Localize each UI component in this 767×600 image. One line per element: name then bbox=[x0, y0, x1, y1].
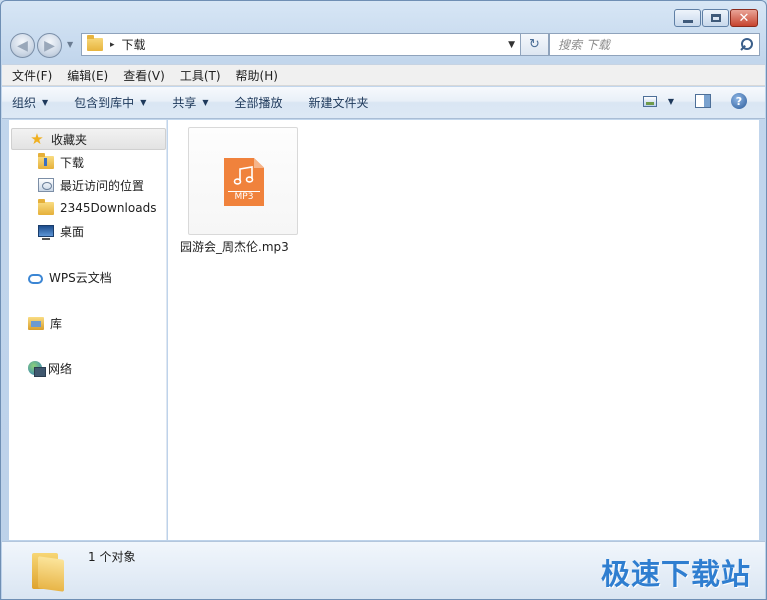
downloads-folder-icon bbox=[38, 152, 54, 169]
chevron-down-icon: ▼ bbox=[42, 98, 49, 107]
nav-item-2345downloads[interactable]: 2345Downloads bbox=[9, 197, 165, 219]
desktop-icon bbox=[38, 225, 54, 240]
menu-tools[interactable]: 工具(T) bbox=[180, 67, 221, 84]
star-icon: ★ bbox=[30, 130, 44, 148]
caption-buttons: ✕ bbox=[674, 9, 758, 27]
file-item[interactable]: MP3 bbox=[188, 127, 298, 235]
watermark-logo: 极速下载站 bbox=[600, 557, 751, 591]
share-label: 共享 bbox=[172, 96, 197, 110]
menu-file[interactable]: 文件(F) bbox=[12, 67, 52, 84]
navigation-pane: ★ 收藏夹 下载 最近访问的位置 2345Downloads 桌面 WPS云文档… bbox=[9, 120, 167, 540]
nav-item-favorites[interactable]: ★ 收藏夹 bbox=[11, 128, 166, 150]
menu-edit[interactable]: 编辑(E) bbox=[67, 67, 108, 84]
item-count: 1 个对象 bbox=[88, 550, 136, 564]
search-icon[interactable] bbox=[740, 38, 753, 51]
menu-help[interactable]: 帮助(H) bbox=[236, 67, 278, 84]
forward-arrow-icon: ▶ bbox=[44, 37, 55, 54]
include-in-library-label: 包含到库中 bbox=[74, 96, 135, 110]
nav-item-wps-cloud[interactable]: WPS云文档 bbox=[9, 266, 165, 288]
folder-icon bbox=[87, 35, 103, 51]
maximize-button[interactable] bbox=[702, 9, 729, 27]
breadcrumb-arrow-icon[interactable]: ▸ bbox=[110, 40, 115, 50]
nav-label: 收藏夹 bbox=[51, 132, 88, 147]
refresh-icon: ↻ bbox=[529, 37, 540, 52]
help-icon[interactable]: ? bbox=[731, 93, 747, 109]
chevron-down-icon: ▼ bbox=[140, 98, 147, 107]
include-in-library-button[interactable]: 包含到库中 ▼ bbox=[74, 94, 146, 111]
cloud-icon bbox=[28, 274, 43, 284]
address-bar[interactable]: ▸ 下载 ▼ bbox=[81, 33, 521, 56]
back-button[interactable]: ◀ bbox=[10, 33, 35, 58]
change-view-icon[interactable] bbox=[642, 95, 657, 107]
network-icon bbox=[28, 361, 46, 377]
minimize-button[interactable] bbox=[674, 9, 701, 27]
view-controls: ▼ ? bbox=[642, 93, 747, 109]
nav-label: 桌面 bbox=[60, 224, 85, 239]
nav-item-downloads[interactable]: 下载 bbox=[9, 151, 165, 173]
nav-item-libraries[interactable]: 库 bbox=[9, 312, 165, 334]
menu-bar: 文件(F) 编辑(E) 查看(V) 工具(T) 帮助(H) bbox=[2, 64, 765, 86]
search-input[interactable]: 搜索 下载 bbox=[558, 36, 610, 53]
play-all-label: 全部播放 bbox=[234, 96, 283, 110]
breadcrumb-downloads[interactable]: 下载 bbox=[122, 36, 146, 53]
organize-button[interactable]: 组织 ▼ bbox=[12, 94, 48, 111]
page-fold-icon bbox=[254, 158, 264, 168]
minimize-icon bbox=[682, 19, 693, 23]
mp3-file-icon: MP3 bbox=[224, 158, 264, 206]
search-box[interactable]: 搜索 下载 bbox=[549, 33, 760, 56]
music-note-icon bbox=[233, 166, 254, 185]
folder-icon bbox=[38, 198, 54, 215]
nav-item-network[interactable]: 网络 bbox=[9, 357, 165, 379]
new-folder-button[interactable]: 新建文件夹 bbox=[309, 94, 369, 111]
play-all-button[interactable]: 全部播放 bbox=[235, 94, 283, 111]
explorer-window: ✕ ◀ ▶ ▼ ▸ 下载 ▼ ↻ 搜索 下载 文件(F) 编辑(E) 查看(V)… bbox=[0, 0, 767, 600]
nav-label: 网络 bbox=[48, 361, 73, 376]
library-icon bbox=[28, 316, 44, 330]
file-name[interactable]: 园游会_周杰伦.mp3 bbox=[180, 238, 289, 255]
nav-item-desktop[interactable]: 桌面 bbox=[9, 220, 165, 242]
back-arrow-icon: ◀ bbox=[17, 37, 28, 54]
maximize-icon bbox=[710, 14, 721, 22]
nav-label: 最近访问的位置 bbox=[60, 178, 145, 193]
file-type-label: MP3 bbox=[234, 192, 254, 202]
recent-places-icon bbox=[38, 178, 54, 192]
nav-item-recent-places[interactable]: 最近访问的位置 bbox=[9, 174, 165, 196]
address-dropdown-icon[interactable]: ▼ bbox=[508, 40, 515, 50]
view-options-dropdown[interactable]: ▼ bbox=[668, 97, 674, 106]
details-pane: 1 个对象 极速下载站 bbox=[2, 541, 765, 599]
chevron-down-icon: ▼ bbox=[202, 98, 209, 107]
menu-view[interactable]: 查看(V) bbox=[123, 67, 165, 84]
organize-label: 组织 bbox=[12, 96, 37, 110]
command-bar: 组织 ▼ 包含到库中 ▼ 共享 ▼ 全部播放 新建文件夹 ▼ ? bbox=[2, 87, 765, 119]
file-list[interactable]: MP3 园游会_周杰伦.mp3 bbox=[168, 120, 759, 540]
share-button[interactable]: 共享 ▼ bbox=[172, 94, 208, 111]
new-folder-label: 新建文件夹 bbox=[308, 96, 369, 110]
close-icon: ✕ bbox=[738, 10, 750, 26]
address-row: ◀ ▶ ▼ ▸ 下载 ▼ ↻ 搜索 下载 bbox=[9, 32, 760, 58]
nav-label: 下载 bbox=[60, 155, 85, 170]
nav-label: WPS云文档 bbox=[49, 270, 112, 285]
refresh-button[interactable]: ↻ bbox=[521, 33, 549, 56]
close-button[interactable]: ✕ bbox=[730, 9, 758, 27]
nav-label: 库 bbox=[50, 316, 63, 331]
nav-label: 2345Downloads bbox=[60, 201, 157, 215]
folder-icon bbox=[32, 550, 64, 592]
forward-button[interactable]: ▶ bbox=[37, 33, 62, 58]
preview-pane-icon[interactable] bbox=[695, 94, 711, 108]
recent-pages-dropdown[interactable]: ▼ bbox=[67, 40, 73, 49]
